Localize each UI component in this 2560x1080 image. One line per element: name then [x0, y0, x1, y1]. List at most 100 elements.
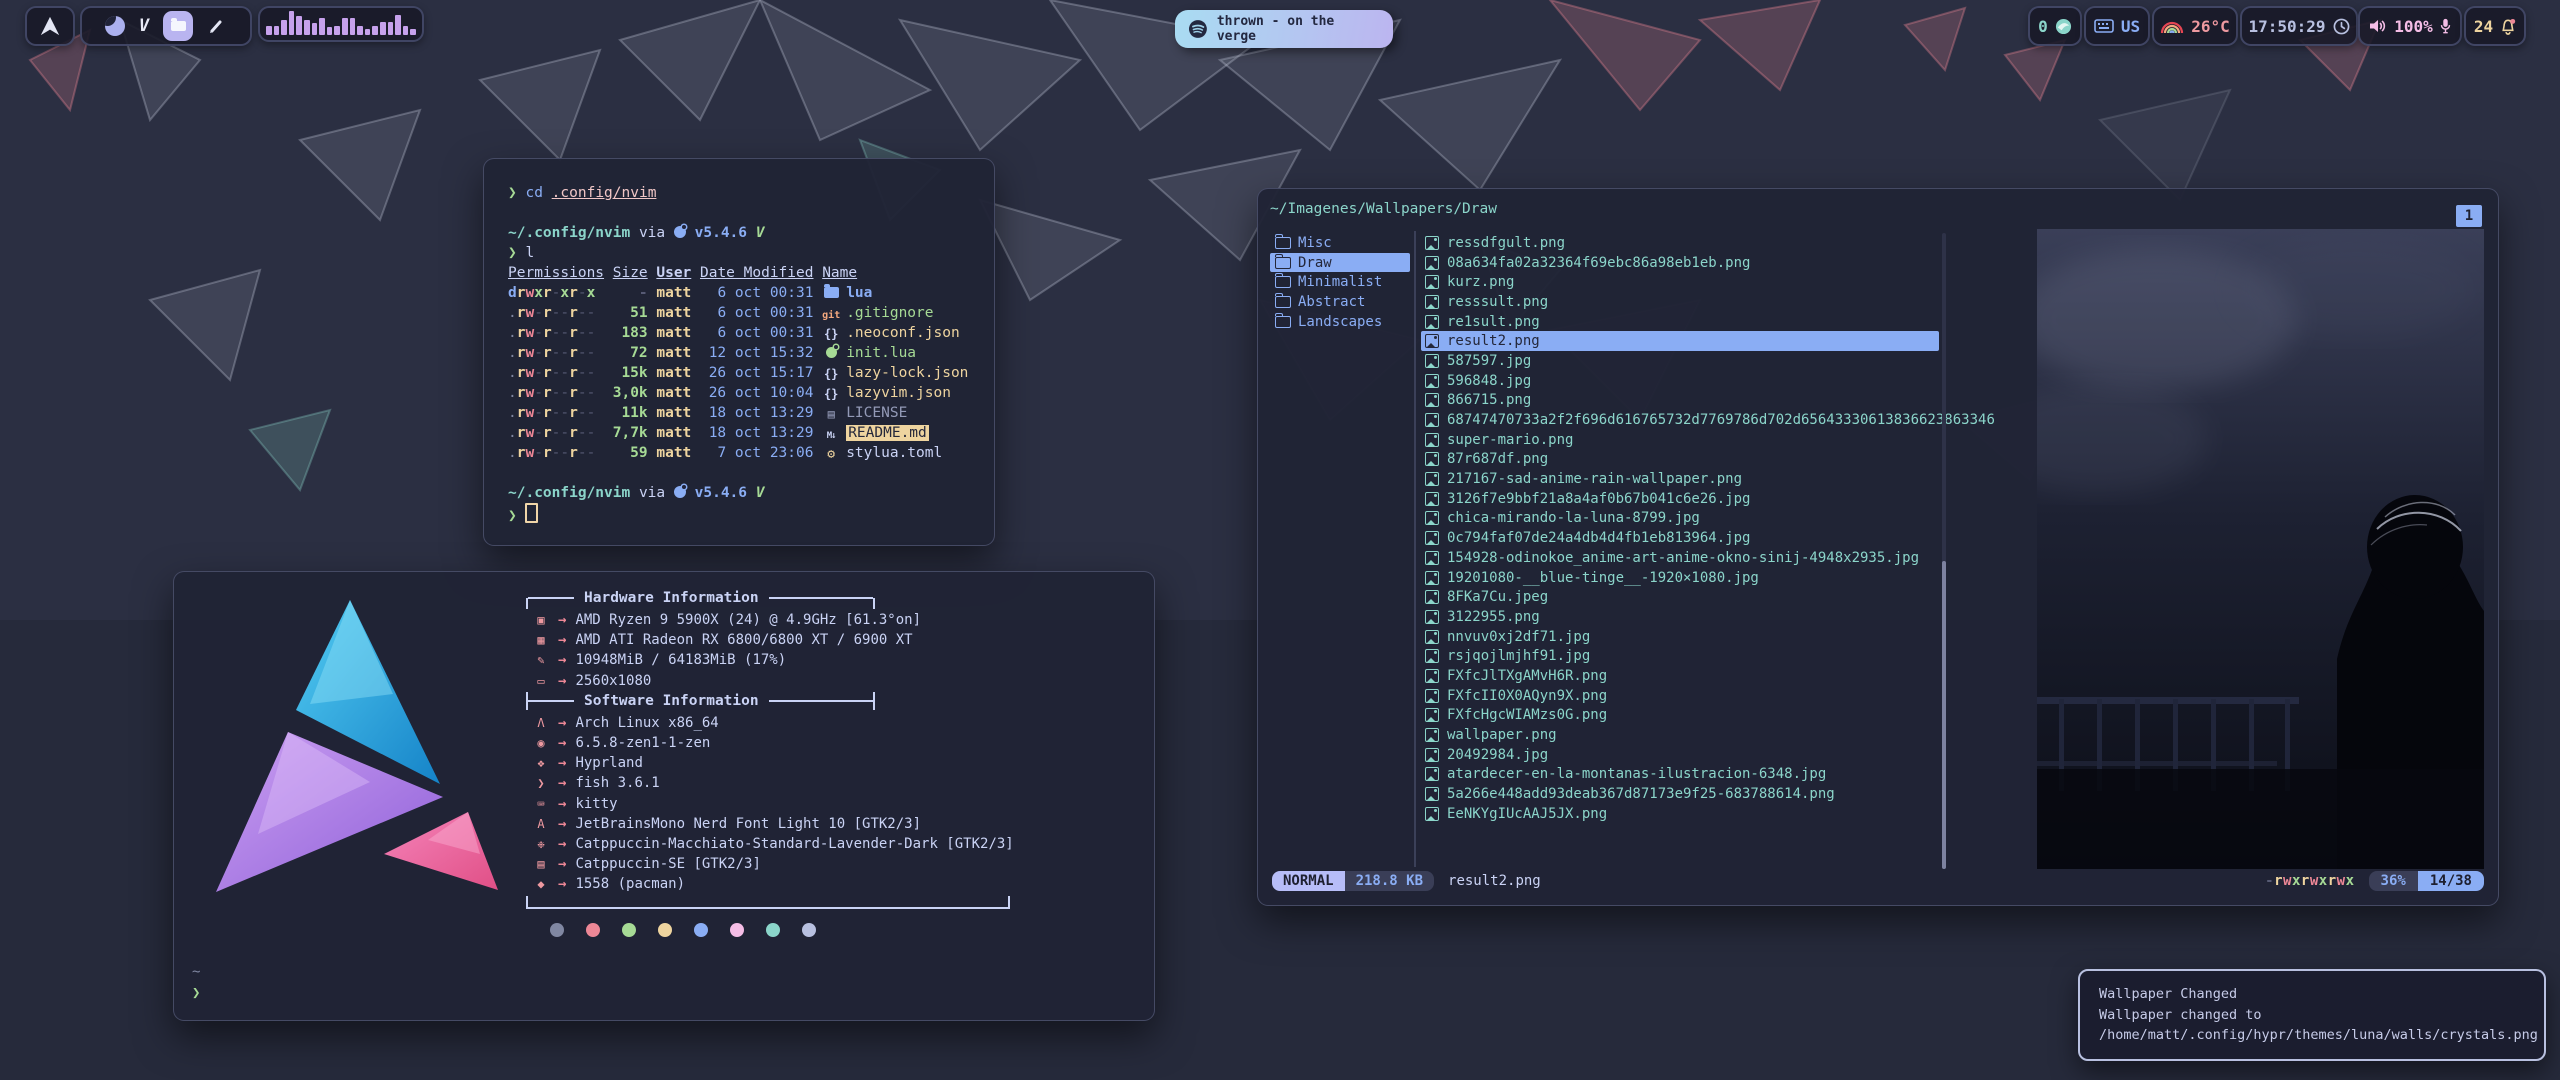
mail-widget[interactable]: 0: [2028, 6, 2082, 46]
column-header: Permissions: [508, 263, 604, 283]
file-name: lazy-lock.json: [846, 365, 968, 381]
file-list-item[interactable]: chica-mirando-la-luna-8799.jpg: [1421, 509, 1939, 529]
file-row: .rw-r--r--183matt6 oct 00:31{}.neoconf.j…: [508, 323, 970, 343]
file-list-item[interactable]: 0c794faf07de24a4db4d4fb1eb813964.jpg: [1421, 528, 1939, 548]
file-list-item[interactable]: FXfcII0X0AQyn9X.png: [1421, 686, 1939, 706]
file-list-item[interactable]: 217167-sad-anime-rain-wallpaper.png: [1421, 469, 1939, 489]
firefox-icon[interactable]: [105, 16, 125, 36]
file-list-item[interactable]: resssult.png: [1421, 292, 1939, 312]
via-word: via: [639, 225, 665, 241]
lua-icon: [674, 226, 686, 238]
column-header: Name: [822, 263, 857, 283]
paintbrush-icon[interactable]: [207, 16, 227, 36]
sidebar-item-landscapes[interactable]: Landscapes: [1270, 312, 1410, 332]
music-widget[interactable]: thrown - on the verge: [1175, 10, 1393, 48]
file-list-item[interactable]: result2.png: [1421, 331, 1939, 351]
software-rows: Λ→Arch Linux x86_64◉→6.5.8-zen1-1-zen❖→H…: [526, 713, 1126, 895]
directory-name: Abstract: [1298, 294, 1365, 310]
file-name: nnvuv0xj2df71.jpg: [1447, 629, 1590, 645]
clock-widget[interactable]: 17:50:29: [2240, 6, 2358, 46]
file-name: 5a266e448add93deab367d87173e9f25-6837886…: [1447, 786, 1835, 802]
bell-icon: [2500, 18, 2516, 35]
keyboard-layout-widget[interactable]: US: [2084, 6, 2150, 46]
palette-dot: [730, 923, 744, 937]
lua-version: v5.4.6: [695, 485, 747, 501]
image-file-icon: [1425, 334, 1439, 348]
weather-widget[interactable]: 26°C: [2152, 6, 2238, 46]
gpu-icon: ▦: [526, 633, 556, 647]
palette-dot: [802, 923, 816, 937]
folder-icon: [1275, 237, 1291, 249]
tab-badge[interactable]: 1: [2456, 205, 2482, 227]
vim-icon[interactable]: V: [139, 16, 149, 36]
file-list-pane: ressdfgult.png08a634fa02a32364f69ebc86a9…: [1421, 233, 1939, 824]
file-name: 19201080-__blue-tinge__-1920×1080.jpg: [1447, 570, 1759, 586]
notification-widget[interactable]: 24: [2464, 6, 2526, 46]
app-dock: V: [80, 6, 252, 46]
image-file-icon: [1425, 767, 1439, 781]
sidebar-item-abstract[interactable]: Abstract: [1270, 292, 1410, 312]
file-list-item[interactable]: 587597.jpg: [1421, 351, 1939, 371]
file-list-item[interactable]: re1sult.png: [1421, 312, 1939, 332]
cava-bar: [266, 26, 272, 35]
file-list-item[interactable]: FXfcHgcWIAMzs0G.png: [1421, 706, 1939, 726]
mode-badge: NORMAL: [1272, 871, 1345, 891]
file-list-item[interactable]: 68747470733a2f2f696d616765732d7769786d70…: [1421, 410, 1939, 430]
launcher-button[interactable]: [25, 6, 75, 46]
file-list-item[interactable]: atardecer-en-la-montanas-ilustracion-634…: [1421, 765, 1939, 785]
theme-icon: ❉: [526, 837, 556, 851]
file-list-item[interactable]: super-mario.png: [1421, 430, 1939, 450]
audio-widget[interactable]: 100%: [2358, 6, 2462, 46]
sidebar-item-misc[interactable]: Misc: [1270, 233, 1410, 253]
file-list-item[interactable]: rsjqojlmjhf91.jpg: [1421, 646, 1939, 666]
command: cd: [525, 185, 542, 201]
scrollbar-thumb[interactable]: [1942, 561, 1946, 869]
file-list-item[interactable]: 87r687df.png: [1421, 450, 1939, 470]
file-list-item[interactable]: 596848.jpg: [1421, 371, 1939, 391]
info-row: ❯→fish 3.6.1: [526, 773, 1126, 793]
file-list-item[interactable]: FXfcJlTXgAMvH6R.png: [1421, 666, 1939, 686]
palette-dot: [766, 923, 780, 937]
notification-popup[interactable]: Wallpaper Changed Wallpaper changed to /…: [2078, 969, 2546, 1061]
file-list-item[interactable]: nnvuv0xj2df71.jpg: [1421, 627, 1939, 647]
file-row: .rw-r--r--72matt12 oct 15:32init.lua: [508, 343, 970, 363]
file-name: re1sult.png: [1447, 314, 1540, 330]
user-cell: matt: [656, 363, 691, 383]
file-list-item[interactable]: wallpaper.png: [1421, 725, 1939, 745]
terminal-window[interactable]: ❯ cd .config/nvim ~/.config/nvim via v5.…: [483, 158, 995, 546]
listing-headers: PermissionsSizeUserDate ModifiedName: [508, 263, 970, 283]
file-list-item[interactable]: 19201080-__blue-tinge__-1920×1080.jpg: [1421, 568, 1939, 588]
rainbow-icon: [2160, 19, 2184, 33]
image-file-icon: [1425, 571, 1439, 585]
info-value: kitty: [575, 796, 617, 812]
file-list-item[interactable]: 20492984.jpg: [1421, 745, 1939, 765]
size-cell: 7,7k: [613, 423, 648, 443]
file-list-item[interactable]: 866715.png: [1421, 391, 1939, 411]
image-file-icon: [1425, 374, 1439, 388]
file-name: rsjqojlmjhf91.jpg: [1447, 648, 1590, 664]
file-list-item[interactable]: ressdfgult.png: [1421, 233, 1939, 253]
palette-dot: [622, 923, 636, 937]
memory-icon: ✎: [526, 653, 556, 667]
file-name: 3126f7e9bbf21a8a4af0b67b041c6e26.jpg: [1447, 491, 1750, 507]
file-list-item[interactable]: EeNKYgIUcAAJ5JX.png: [1421, 804, 1939, 824]
file-list-item[interactable]: 3126f7e9bbf21a8a4af0b67b041c6e26.jpg: [1421, 489, 1939, 509]
image-file-icon: [1425, 610, 1439, 624]
fetch-window[interactable]: Hardware Information ▣→AMD Ryzen 9 5900X…: [173, 571, 1155, 1021]
image-file-icon: [1425, 452, 1439, 466]
file-list-item[interactable]: 8FKa7Cu.jpeg: [1421, 587, 1939, 607]
file-list-item[interactable]: kurz.png: [1421, 272, 1939, 292]
cava-bar: [274, 26, 280, 35]
file-list-item[interactable]: 5a266e448add93deab367d87173e9f25-6837886…: [1421, 784, 1939, 804]
files-icon[interactable]: [163, 11, 193, 41]
file-list-item[interactable]: 154928-odinokoe_anime-art-anime-okno-sin…: [1421, 548, 1939, 568]
file-list-item[interactable]: 3122955.png: [1421, 607, 1939, 627]
file-name: 3122955.png: [1447, 609, 1540, 625]
file-manager-window[interactable]: ~/Imagenes/Wallpapers/Draw 1 MiscDrawMin…: [1257, 188, 2499, 906]
file-list-item[interactable]: 08a634fa02a32364f69ebc86a98eb1eb.png: [1421, 253, 1939, 273]
sidebar-item-draw[interactable]: Draw: [1270, 253, 1410, 273]
file-name: README.md: [846, 425, 929, 441]
user-cell: matt: [656, 443, 691, 463]
json-icon: {}: [822, 384, 840, 404]
sidebar-item-minimalist[interactable]: Minimalist: [1270, 272, 1410, 292]
